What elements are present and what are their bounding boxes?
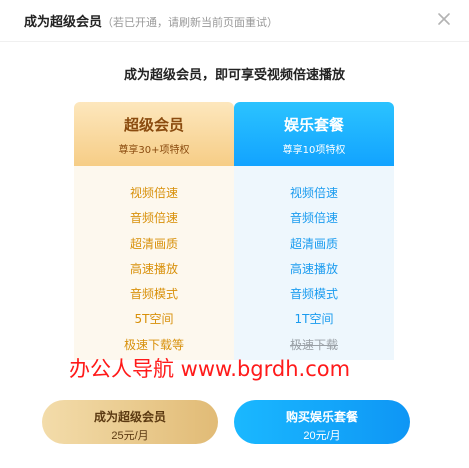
feature-list-entertainment: 视频倍速 音频倍速 超清画质 高速播放 音频模式 1T空间 极速下载 <box>234 166 394 358</box>
buy-entertainment-price: 20元/月 <box>303 430 341 442</box>
feature-list-vip: 视频倍速 音频倍速 超清画质 高速播放 音频模式 5T空间 极速下载等 <box>74 166 234 358</box>
dialog-title-note: （若已开通，请刷新当前页面重试） <box>102 16 279 29</box>
feature-item: 超清画质 <box>289 236 338 251</box>
feature-item: 高速播放 <box>129 261 178 276</box>
plan-name-vip: 超级会员 <box>123 116 184 134</box>
plan-column-vip: 超级会员 尊享30+项特权 视频倍速 音频倍速 超清画质 高速播放 音频模式 5… <box>74 102 234 360</box>
feature-item: 高速播放 <box>289 261 338 276</box>
feature-item: 音频倍速 <box>289 211 338 226</box>
plan-tagline-vip: 尊享30+项特权 <box>118 145 190 156</box>
dialog-title: 成为超级会员（若已开通，请刷新当前页面重试） <box>24 11 278 30</box>
feature-item: 视频倍速 <box>129 186 178 200</box>
feature-item: 音频模式 <box>289 287 338 302</box>
close-icon <box>438 13 450 25</box>
close-button[interactable] <box>435 10 453 28</box>
become-vip-price: 25元/月 <box>111 430 149 442</box>
plan-name-entertainment: 娱乐套餐 <box>283 116 344 134</box>
feature-item: 视频倍速 <box>289 186 338 200</box>
become-vip-button[interactable]: 成为超级会员 25元/月 <box>42 400 218 444</box>
plan-tagline-entertainment: 尊享10项特权 <box>282 145 346 156</box>
dialog-header: 成为超级会员（若已开通，请刷新当前页面重试） <box>0 0 469 42</box>
become-vip-label: 成为超级会员 <box>93 410 166 424</box>
promo-subtitle: 成为超级会员，即可享受视频倍速播放 <box>123 68 345 83</box>
plan-header-vip: 超级会员 尊享30+项特权 <box>74 102 234 166</box>
feature-item: 1T空间 <box>294 312 334 327</box>
feature-item: 5T空间 <box>134 312 174 327</box>
watermark-text: 办公人导航 www.bgrdh.com <box>69 357 351 381</box>
feature-item: 音频倍速 <box>129 211 178 226</box>
buy-entertainment-label: 购买娱乐套餐 <box>285 410 358 424</box>
dialog-title-text: 成为超级会员 <box>24 15 103 30</box>
plan-column-entertainment: 娱乐套餐 尊享10项特权 视频倍速 音频倍速 超清画质 高速播放 音频模式 1T… <box>234 102 394 360</box>
buy-entertainment-button[interactable]: 购买娱乐套餐 20元/月 <box>234 400 410 444</box>
feature-item: 超清画质 <box>129 236 178 251</box>
feature-item: 音频模式 <box>129 287 178 302</box>
plan-header-entertainment: 娱乐套餐 尊享10项特权 <box>234 102 394 166</box>
